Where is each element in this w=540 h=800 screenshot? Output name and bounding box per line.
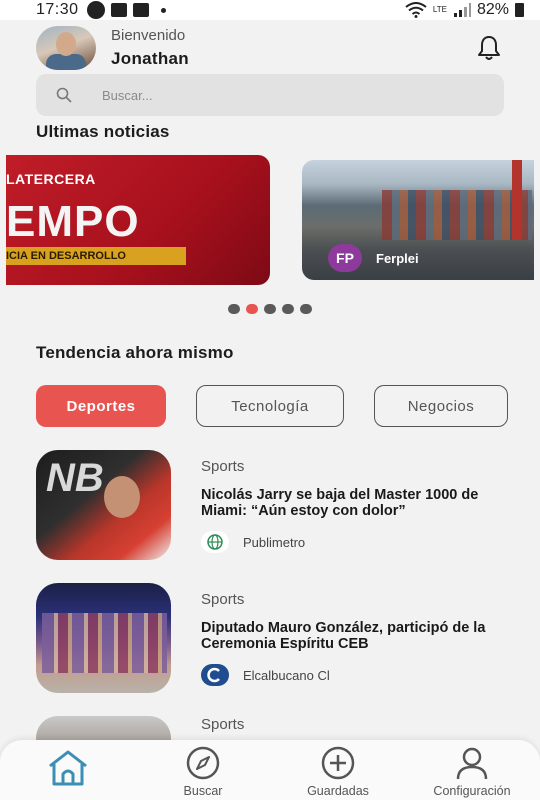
- globe-icon: [201, 531, 229, 553]
- card-image-containers: [382, 190, 532, 240]
- news-card[interactable]: FP Ferplei: [302, 160, 534, 280]
- status-time: 17:30: [36, 1, 79, 18]
- article-source-name: Elcalbucano Cl: [243, 667, 330, 683]
- card-headline: EMPO: [6, 197, 140, 246]
- nav-guardadas[interactable]: Guardadas: [298, 740, 378, 800]
- compass-icon: [186, 746, 220, 780]
- source-name: Ferplei: [376, 250, 419, 266]
- article-source: Elcalbucano Cl: [201, 664, 511, 686]
- article-source: Publimetro: [201, 531, 511, 553]
- category-chips: Deportes Tecnología Negocios: [36, 385, 508, 427]
- thumb-logo-text: NB: [46, 456, 104, 500]
- source-badge: FP: [328, 244, 362, 272]
- article-category: Sports: [201, 716, 245, 733]
- article-body: Sports Diputado Mauro González, particip…: [201, 583, 511, 686]
- article-title: Diputado Mauro González, participó de la…: [201, 620, 486, 652]
- carousel-dot-active[interactable]: [246, 304, 258, 314]
- home-icon: [49, 750, 87, 786]
- carousel-dot[interactable]: [282, 304, 294, 314]
- card-source: FP Ferplei: [328, 244, 419, 272]
- nav-label: Buscar: [183, 784, 223, 798]
- article-title: Nicolás Jarry se baja del Master 1000 de…: [201, 487, 479, 519]
- welcome-block: Bienvenido Jonathan: [111, 27, 189, 69]
- carousel-dot[interactable]: [228, 304, 240, 314]
- network-type: LTE: [432, 5, 447, 14]
- avatar-face: [56, 32, 76, 56]
- chip-deportes[interactable]: Deportes: [36, 385, 166, 427]
- header: Bienvenido Jonathan: [36, 24, 504, 72]
- nav-home[interactable]: [46, 740, 90, 800]
- article-thumbnail: [36, 583, 171, 693]
- greeting-text: Bienvenido: [111, 27, 186, 44]
- elcalbucano-logo: [201, 664, 229, 686]
- battery-icon: [515, 3, 524, 17]
- article-card[interactable]: Sports Diputado Mauro González, particip…: [36, 583, 506, 695]
- status-bar: 17:30 LTE 82%: [0, 0, 540, 20]
- article-body: Sports: [201, 716, 511, 733]
- battery-percent: 82%: [476, 1, 509, 18]
- article-category: Sports: [201, 591, 245, 608]
- news-card[interactable]: LATERCERA EMPO ICIA EN DESARROLLO: [6, 155, 270, 285]
- gallery-notification-icon: [110, 3, 127, 17]
- signal-icon: [453, 3, 471, 17]
- chip-tecnologia[interactable]: Tecnología: [196, 385, 344, 427]
- nav-label: Configuración: [433, 784, 511, 798]
- thumb-person: [104, 476, 140, 518]
- chip-negocios[interactable]: Negocios: [374, 385, 508, 427]
- wifi-icon: [405, 2, 427, 18]
- user-icon: [456, 747, 488, 780]
- status-right: LTE 82%: [405, 1, 524, 19]
- latest-news-title: Ultimas noticias: [36, 122, 170, 141]
- article-body: Sports Nicolás Jarry se baja del Master …: [201, 450, 511, 553]
- search-bar[interactable]: [36, 74, 504, 116]
- bell-icon[interactable]: [474, 33, 504, 63]
- avatar[interactable]: [36, 26, 96, 70]
- thumb-group: [42, 613, 167, 673]
- card-brand: LATERCERA: [6, 171, 96, 187]
- user-name: Jonathan: [111, 49, 189, 68]
- nav-configuracion[interactable]: Configuración: [422, 740, 522, 800]
- article-source-name: Publimetro: [243, 534, 306, 550]
- status-notification-icons: [86, 1, 166, 19]
- article-thumbnail: NB: [36, 450, 171, 560]
- carousel-indicator: [228, 304, 312, 314]
- article-card[interactable]: NB Sports Nicolás Jarry se baja del Mast…: [36, 450, 506, 562]
- bottom-navigation: Buscar Guardadas Configuración: [0, 740, 540, 800]
- nav-buscar[interactable]: Buscar: [172, 740, 234, 800]
- carousel-dot[interactable]: [264, 304, 276, 314]
- card-ribbon: ICIA EN DESARROLLO: [6, 247, 186, 265]
- nav-label: Guardadas: [307, 784, 369, 798]
- carousel-dot[interactable]: [300, 304, 312, 314]
- article-category: Sports: [201, 458, 245, 475]
- avatar-shirt: [46, 54, 86, 70]
- card-image-crane: [512, 160, 522, 240]
- search-input[interactable]: [102, 87, 402, 103]
- more-notifications-dot: [160, 7, 166, 13]
- search-icon: [56, 87, 72, 103]
- shopping-notification-icon: [132, 3, 149, 17]
- plus-circle-icon: [321, 746, 355, 780]
- trending-title: Tendencia ahora mismo: [36, 343, 234, 362]
- app-notification-icon: [86, 1, 105, 19]
